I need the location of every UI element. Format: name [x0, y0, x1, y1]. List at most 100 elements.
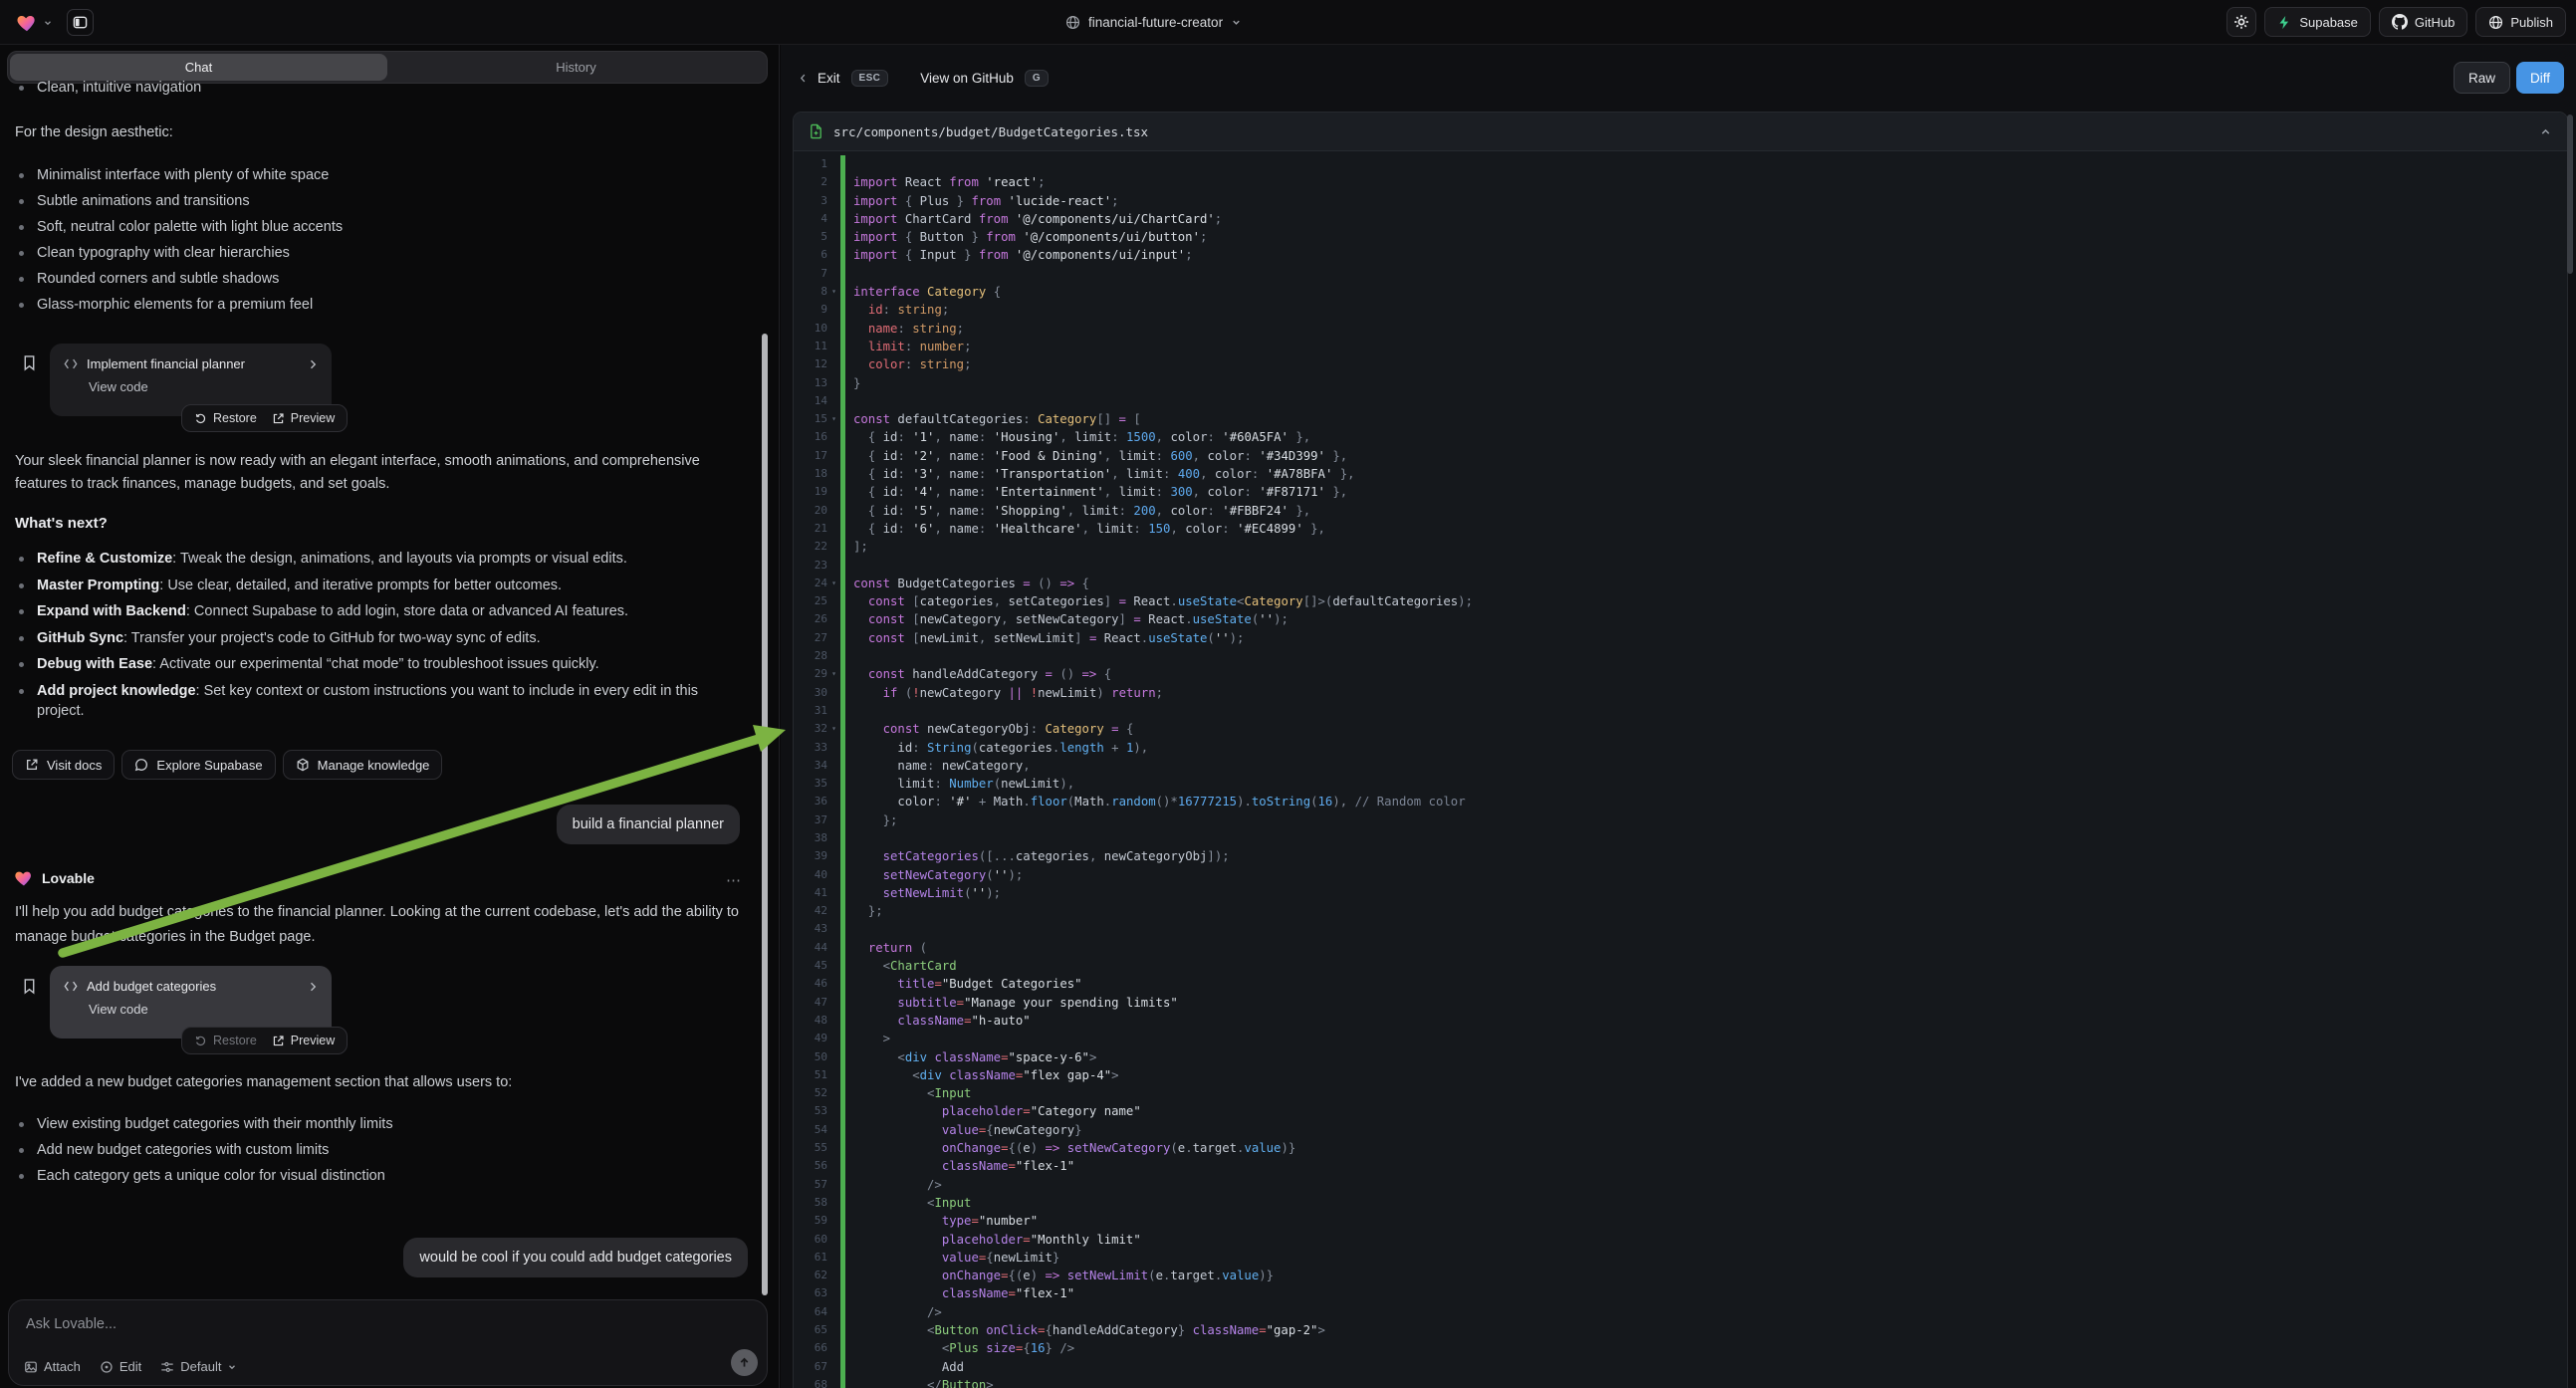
file-path: src/components/budget/BudgetCategories.t… [833, 124, 1148, 139]
chat-scrollbar[interactable] [762, 334, 768, 1295]
assistant-name: Lovable [42, 870, 95, 886]
sliders-icon [160, 1360, 174, 1374]
code-scrollbar[interactable] [2567, 115, 2573, 274]
code-line: 42 }; [794, 902, 2567, 920]
restore-icon [194, 1035, 207, 1047]
bullet-dot [19, 1174, 24, 1179]
assistant-header: Lovable [14, 868, 95, 888]
package-icon [296, 758, 310, 772]
code-line: 63 className="flex-1" [794, 1284, 2567, 1302]
preview-button[interactable]: Preview [272, 1034, 335, 1047]
visit-docs-button[interactable]: Visit docs [12, 750, 115, 780]
bullet-dot [19, 583, 24, 588]
preview-button[interactable]: Preview [272, 411, 335, 425]
list-item: Glass-morphic elements for a premium fee… [37, 295, 313, 315]
code-line: 2import React from 'react'; [794, 173, 2567, 191]
user-message: build a financial planner [557, 805, 740, 844]
bullet-dot [19, 86, 24, 91]
code-line: 53 placeholder="Category name" [794, 1102, 2567, 1120]
publish-button[interactable]: Publish [2475, 7, 2566, 37]
lovable-avatar-heart-icon [14, 868, 34, 888]
chevron-left-icon [798, 72, 809, 85]
target-icon [100, 1360, 114, 1374]
lovable-logo-heart-icon[interactable] [16, 12, 38, 34]
view-code-link[interactable]: View code [89, 1002, 318, 1017]
send-button[interactable] [731, 1349, 758, 1376]
code-line: 27 const [newLimit, setNewLimit] = React… [794, 629, 2567, 647]
g-key-badge: G [1025, 70, 1049, 87]
bullet-dot [19, 225, 24, 230]
code-line: 25 const [categories, setCategories] = R… [794, 592, 2567, 610]
code-line: 32▾ const newCategoryObj: Category = { [794, 720, 2567, 738]
exit-button[interactable]: Exit [798, 71, 840, 86]
explore-supabase-button[interactable]: Explore Supabase [121, 750, 275, 780]
assistant-paragraph: I'll help you add budget categories to t… [15, 900, 760, 950]
external-link-icon [25, 758, 39, 772]
diff-toggle-button[interactable]: Diff [2516, 62, 2564, 94]
supabase-bolt-icon [2277, 15, 2292, 30]
supabase-button[interactable]: Supabase [2264, 7, 2371, 37]
tab-chat[interactable]: Chat [10, 54, 387, 81]
sidebar-toggle-button[interactable] [67, 9, 94, 36]
code-panel: Exit esc View on GitHub G Raw Diff src/c… [781, 45, 2576, 1388]
code-line: 36 color: '#' + Math.floor(Math.random()… [794, 793, 2567, 810]
message-menu-button[interactable]: ⋯ [726, 871, 742, 889]
bookmark-icon[interactable] [22, 354, 37, 371]
attach-button[interactable]: Attach [24, 1359, 81, 1374]
tab-history[interactable]: History [387, 54, 765, 81]
code-line: 23 [794, 557, 2567, 575]
composer-input[interactable]: Ask Lovable... [26, 1316, 117, 1332]
list-item: Subtle animations and transitions [37, 191, 250, 211]
whats-next-heading: What's next? [15, 515, 108, 532]
edit-mode-button[interactable]: Edit [100, 1359, 141, 1374]
arrow-up-icon [738, 1356, 751, 1369]
version-card-title: Implement financial planner [87, 356, 245, 371]
bullet-dot [19, 277, 24, 282]
list-item: View existing budget categories with the… [37, 1114, 393, 1134]
logo-chevron-down-icon[interactable] [43, 18, 53, 28]
project-switcher[interactable]: financial-future-creator [1065, 0, 1242, 45]
bookmark-icon[interactable] [22, 978, 37, 995]
code-line: 62 onChange={(e) => setNewLimit(e.target… [794, 1267, 2567, 1284]
code-line: 45 <ChartCard [794, 957, 2567, 975]
code-line: 56 className="flex-1" [794, 1157, 2567, 1175]
bullet-list-top: Clean, intuitive navigation [0, 78, 747, 104]
list-item: Minimalist interface with plenty of whit… [37, 165, 329, 185]
collapse-chevron-up-icon[interactable] [2539, 125, 2552, 138]
code-line: 55 onChange={(e) => setNewCategory(e.tar… [794, 1139, 2567, 1157]
design-bullet-list: Minimalist interface with plenty of whit… [0, 165, 747, 321]
code-line: 30 if (!newCategory || !newLimit) return… [794, 684, 2567, 702]
code-line: 3import { Plus } from 'lucide-react'; [794, 192, 2567, 210]
code-line: 33 id: String(categories.length + 1), [794, 739, 2567, 757]
view-on-github-link[interactable]: View on GitHub [920, 71, 1014, 86]
code-line: 66 <Plus size={16} /> [794, 1339, 2567, 1357]
chat-panel: Chat History Clean, intuitive navigation… [0, 45, 780, 1388]
model-selector[interactable]: Default [160, 1359, 237, 1374]
file-path-bar[interactable]: src/components/budget/BudgetCategories.t… [794, 113, 2567, 151]
restore-button[interactable]: Restore [194, 1034, 257, 1047]
code-line: 54 value={newCategory} [794, 1121, 2567, 1139]
github-button[interactable]: GitHub [2379, 7, 2467, 37]
manage-knowledge-button[interactable]: Manage knowledge [283, 750, 443, 780]
code-line: 43 [794, 920, 2567, 938]
list-item: GitHub Sync: Transfer your project's cod… [37, 628, 541, 649]
code-line: 67 Add [794, 1358, 2567, 1376]
bullet-dot [19, 1122, 24, 1127]
view-code-link[interactable]: View code [89, 379, 318, 394]
code-line: 46 title="Budget Categories" [794, 975, 2567, 993]
raw-toggle-button[interactable]: Raw [2454, 62, 2510, 94]
code-line: 14 [794, 392, 2567, 410]
code-line: 13} [794, 374, 2567, 392]
list-item: Master Prompting: Use clear, detailed, a… [37, 576, 562, 596]
bullet-dot [19, 557, 24, 562]
code-line: 24▾const BudgetCategories = () => { [794, 575, 2567, 592]
restore-button[interactable]: Restore [194, 411, 257, 425]
settings-button[interactable] [2226, 7, 2256, 37]
code-line: 64 /> [794, 1303, 2567, 1321]
composer: Ask Lovable... Attach Edit Default [8, 1299, 768, 1386]
chevron-down-icon [227, 1362, 237, 1372]
list-item: Rounded corners and subtle shadows [37, 269, 279, 289]
chevron-right-icon [307, 981, 319, 993]
code-line: 1 [794, 155, 2567, 173]
code-line: 40 setNewCategory(''); [794, 866, 2567, 884]
